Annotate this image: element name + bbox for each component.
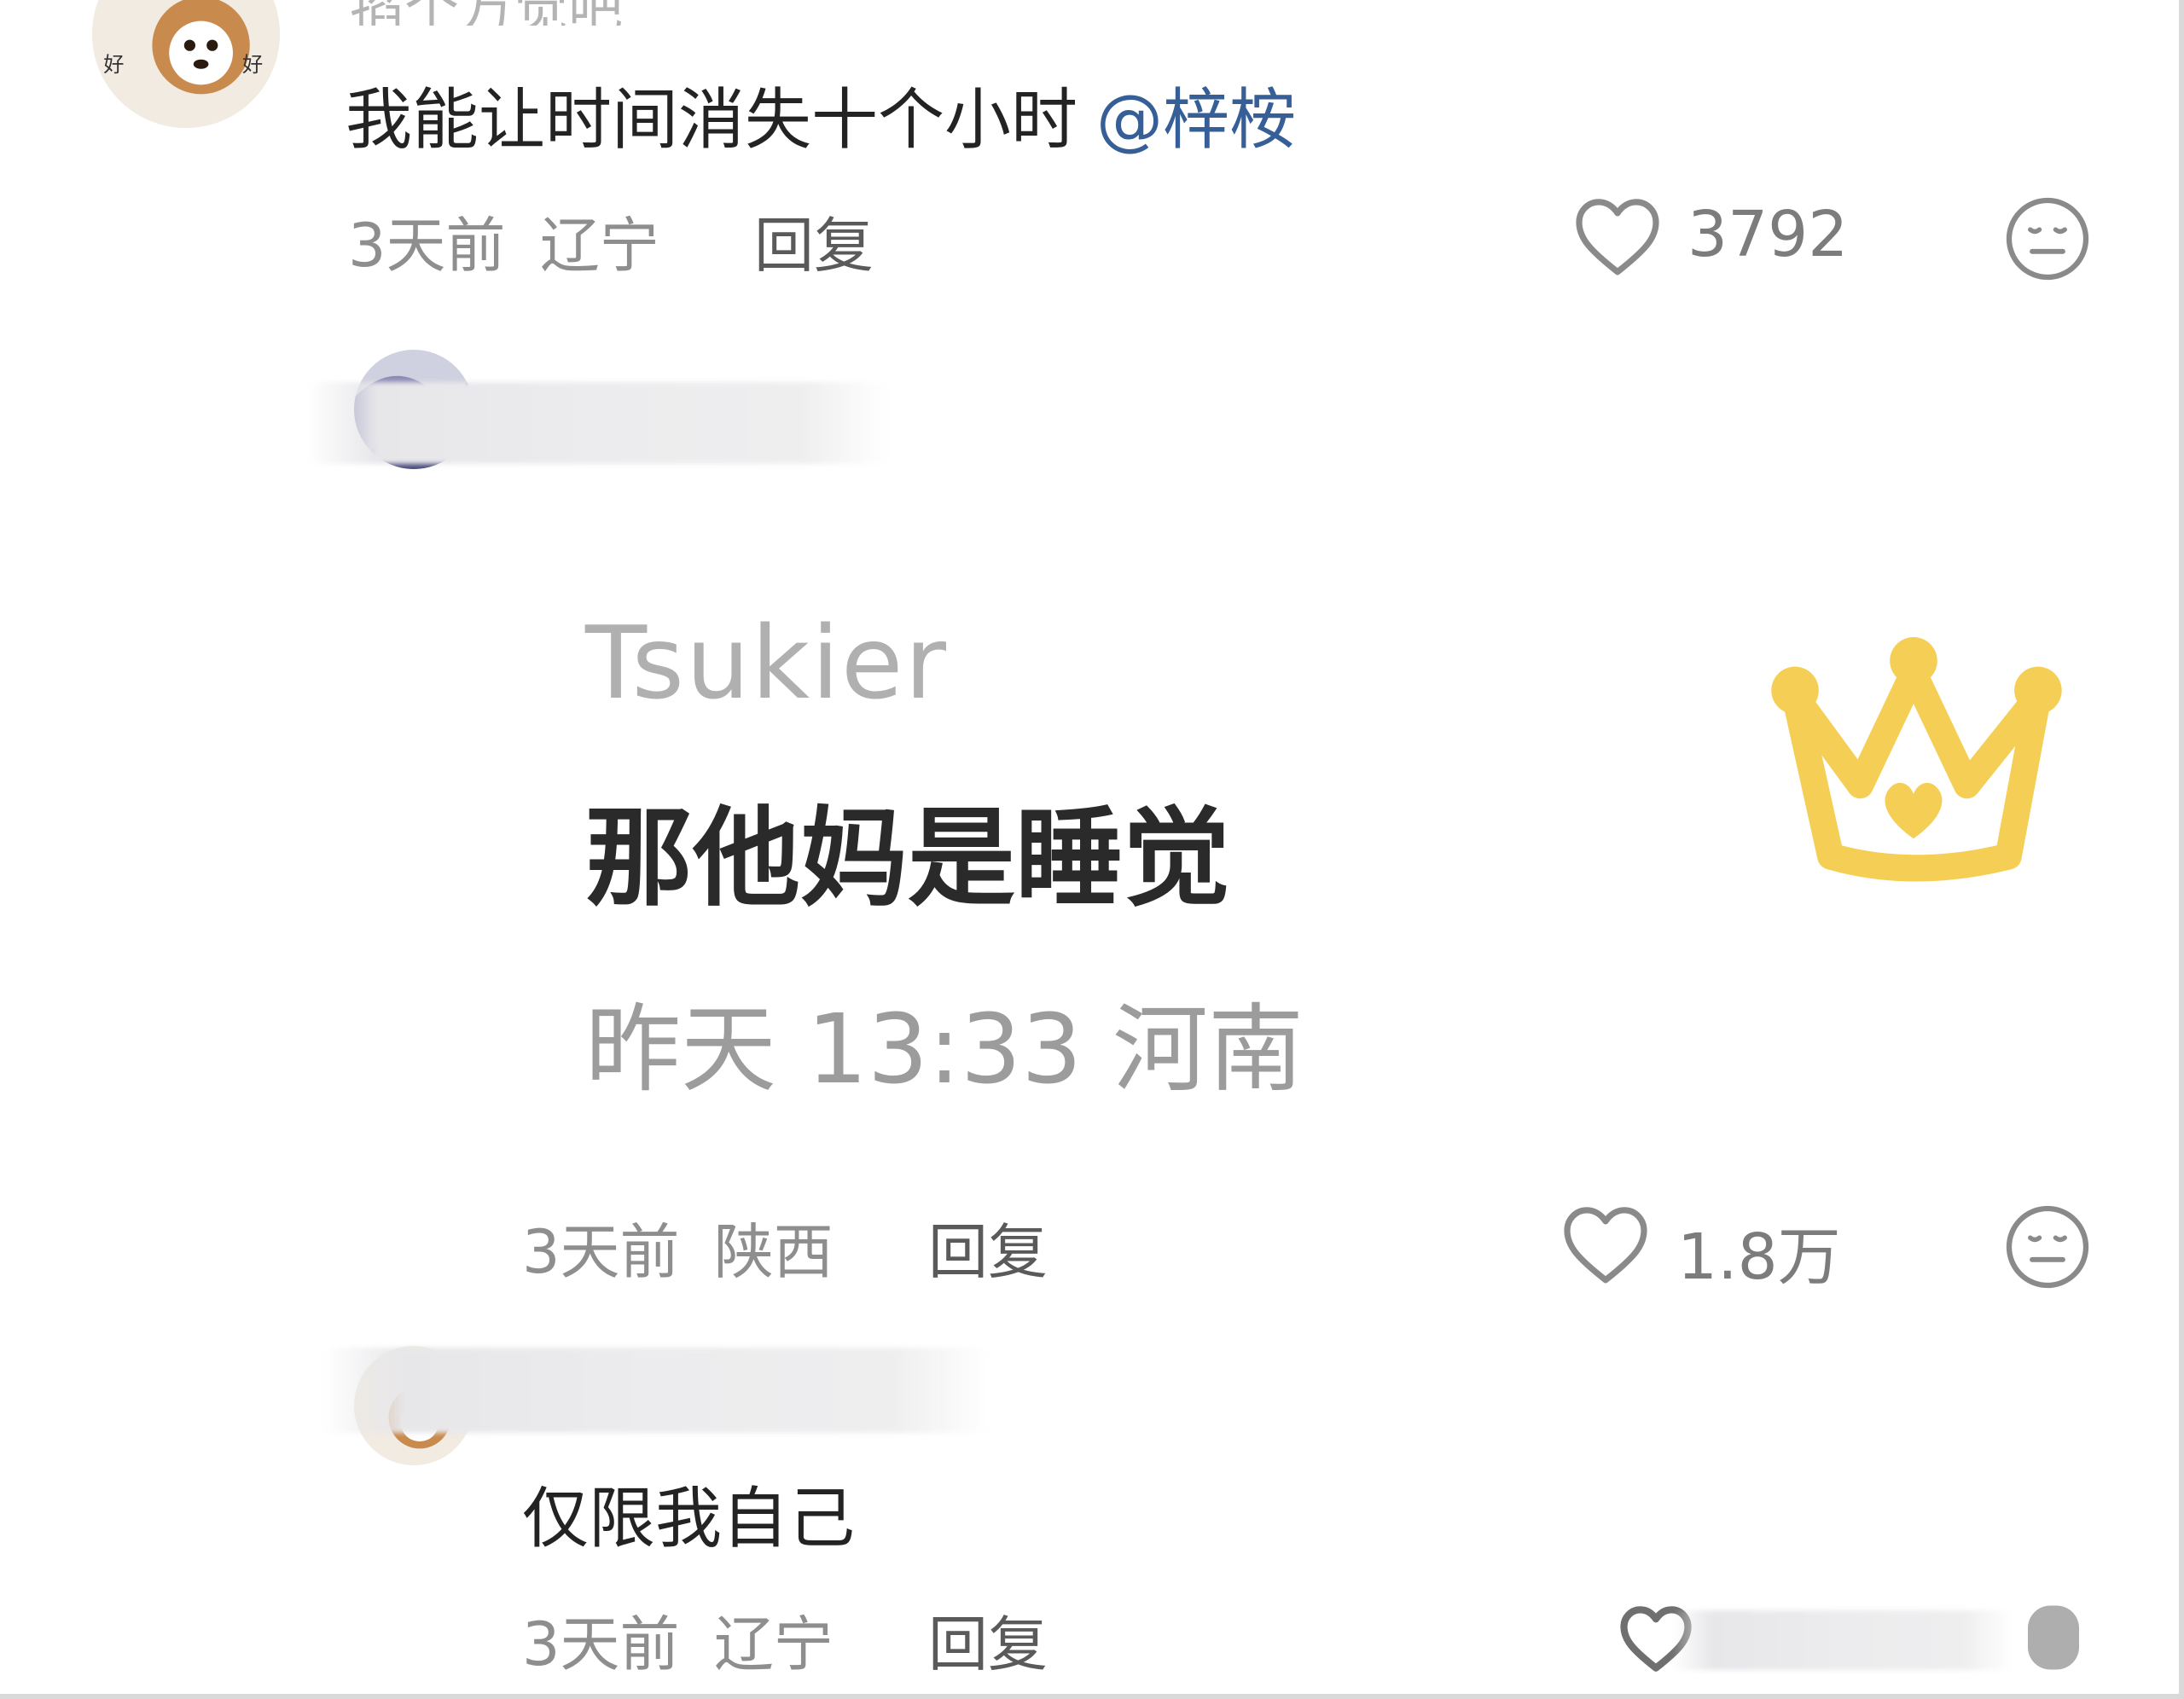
comment-text: 我能让时间消失十个小时 @梓桉 <box>346 67 1296 162</box>
redacted-actions <box>1672 1610 2013 1670</box>
reply-button[interactable]: 回复 <box>928 1597 1048 1683</box>
heart-outline-icon[interactable] <box>1560 1201 1652 1286</box>
comment-region: 辽宁 <box>539 211 659 281</box>
crown-icon <box>1764 631 2063 913</box>
svg-text:好: 好 <box>242 53 263 77</box>
comment-time: 3天前 <box>522 1217 680 1287</box>
meh-face-icon[interactable] <box>2001 193 2094 285</box>
reply-button[interactable]: 回复 <box>754 198 874 284</box>
comment-thread: 好 好 掐个万觉吧 我能让时间消失十个小时@梓桉 3天前 辽宁 回复 3792 … <box>0 0 2184 1699</box>
quoted-author: Tsukier <box>585 604 949 722</box>
avatar[interactable]: 好 好 <box>92 0 280 128</box>
comment-text: 仅限我自己 <box>522 1481 856 1557</box>
comment-body: 我能让时间消失十个小时 <box>346 82 1078 159</box>
meh-face-icon[interactable] <box>2015 1597 2092 1679</box>
comment-time: 3天前 <box>522 1609 680 1679</box>
reply-button[interactable]: 回复 <box>928 1204 1048 1290</box>
like-count: 3792 <box>1687 198 1849 271</box>
comment-time: 3天前 <box>348 211 506 281</box>
comment-region: 陕西 <box>713 1217 834 1287</box>
quoted-text: 那他妈是睡觉 <box>585 796 1230 921</box>
quoted-meta: 昨天 13:33 河南 <box>585 994 1304 1105</box>
like-count: 1.8万 <box>1677 1221 1841 1294</box>
meh-face-icon[interactable] <box>2001 1201 2094 1293</box>
comment-meta: 3天前 辽宁 <box>522 1597 834 1683</box>
redacted-username <box>324 1348 990 1433</box>
svg-text:好: 好 <box>103 53 124 77</box>
redacted-username <box>307 382 887 464</box>
comment-author[interactable]: 掐个万觉吧 <box>350 0 793 26</box>
heart-outline-icon[interactable] <box>1571 193 1664 278</box>
mention-link[interactable]: @梓桉 <box>1096 82 1296 159</box>
comment-meta: 3天前 陕西 <box>522 1204 834 1290</box>
comment-region: 辽宁 <box>713 1609 834 1679</box>
comment-meta: 3天前 辽宁 <box>348 198 659 284</box>
